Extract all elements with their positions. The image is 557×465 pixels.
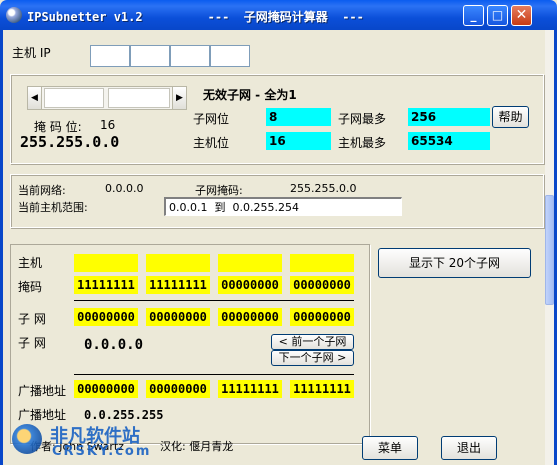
help-button[interactable]: 帮助 (492, 106, 529, 128)
close-button[interactable]: ✕ (511, 5, 532, 26)
mask-binary-octet-3: 00000000 (218, 276, 282, 294)
separator-line (74, 300, 354, 301)
title-bar[interactable]: IPSubnetter v1.2 --- 子网掩码计算器 --- _ □ ✕ (0, 0, 557, 30)
current-network-value: 0.0.0.0 (105, 182, 144, 195)
host-ip-octet-3[interactable] (170, 45, 210, 67)
host-bits-label: 主机位 (193, 136, 230, 150)
show-next-20-subnets-button[interactable]: 显示下 20个子网 (378, 248, 531, 278)
max-subnets-value: 256 (408, 108, 490, 126)
subnet-binary-octet-4: 00000000 (290, 308, 354, 326)
host-ip-octet-4[interactable] (210, 45, 250, 67)
host-range-label: 当前主机范围: (18, 201, 88, 214)
broadcast-binary-octet-2: 00000000 (146, 380, 210, 398)
menu-button[interactable]: 菜单 (362, 436, 418, 460)
host-ip-octet-1[interactable] (90, 45, 130, 67)
minimize-button[interactable]: _ (463, 5, 484, 26)
translator-text: 汉化: 偃月青龙 (160, 440, 234, 453)
subnet-binary-octet-1: 00000000 (74, 308, 138, 326)
subnet-decimal-label: 子 网 (18, 336, 46, 350)
subnet-mask-value: 255.255.0.0 (290, 182, 357, 195)
watermark: 非凡软件站 CRSKY.com (8, 418, 168, 463)
prev-subnet-button[interactable]: < 前一个子网 (271, 334, 354, 350)
subnet-binary-octet-3: 00000000 (218, 308, 282, 326)
mask-binary-label: 掩码 (18, 280, 43, 294)
broadcast-binary-octet-1: 00000000 (74, 380, 138, 398)
max-hosts-value: 65534 (408, 132, 490, 150)
maximize-button[interactable]: □ (487, 5, 508, 26)
exit-button[interactable]: 退出 (441, 436, 497, 460)
subnet-mask-label: 子网掩码: (195, 184, 243, 197)
scrollbar-thumb[interactable] (545, 195, 554, 305)
subnet-binary-label: 子 网 (18, 312, 46, 326)
slider-right-arrow-icon[interactable]: ▶ (172, 87, 186, 109)
separator-line (74, 374, 354, 375)
subnet-bits-value: 8 (266, 108, 331, 126)
current-network-label: 当前网络: (18, 184, 66, 197)
host-binary-octet-4 (290, 254, 354, 272)
mask-display: 255.255.0.0 (20, 133, 120, 151)
max-hosts-label: 主机最多 (338, 136, 387, 150)
host-range-field[interactable] (164, 197, 402, 216)
invalid-subnet-heading: 无效子网 - 全为1 (203, 88, 297, 102)
subnet-bits-label: 子网位 (193, 112, 230, 126)
window-title: IPSubnetter v1.2 --- 子网掩码计算器 --- (27, 10, 364, 24)
host-ip-octet-2[interactable] (130, 45, 170, 67)
host-binary-octet-1 (74, 254, 138, 272)
slider-track[interactable] (44, 88, 104, 108)
mask-binary-octet-4: 00000000 (290, 276, 354, 294)
broadcast-binary-octet-3: 11111111 (218, 380, 282, 398)
watermark-logo-icon (12, 424, 42, 454)
host-binary-octet-3 (218, 254, 282, 272)
vertical-scrollbar[interactable] (545, 30, 554, 465)
mask-bits-value: 16 (100, 118, 116, 132)
broadcast-binary-label: 广播地址 (18, 384, 67, 398)
subnet-binary-octet-2: 00000000 (146, 308, 210, 326)
slider-left-arrow-icon[interactable]: ◀ (28, 87, 42, 109)
broadcast-binary-octet-4: 11111111 (290, 380, 354, 398)
next-subnet-button[interactable]: 下一个子网 > (271, 350, 354, 366)
host-ip-label: 主机 IP (12, 46, 51, 60)
mask-binary-octet-1: 11111111 (74, 276, 138, 294)
slider-thumb[interactable] (108, 88, 170, 108)
watermark-line2: CRSKY.com (52, 444, 152, 459)
max-subnets-label: 子网最多 (338, 112, 387, 126)
app-icon (6, 7, 22, 23)
mask-bits-slider[interactable]: ◀ ▶ (27, 86, 187, 110)
subnet-decimal-value: 0.0.0.0 (84, 337, 144, 353)
host-binary-octet-2 (146, 254, 210, 272)
host-bits-value: 16 (266, 132, 331, 150)
host-binary-label: 主机 (18, 256, 43, 270)
mask-binary-octet-2: 11111111 (146, 276, 210, 294)
